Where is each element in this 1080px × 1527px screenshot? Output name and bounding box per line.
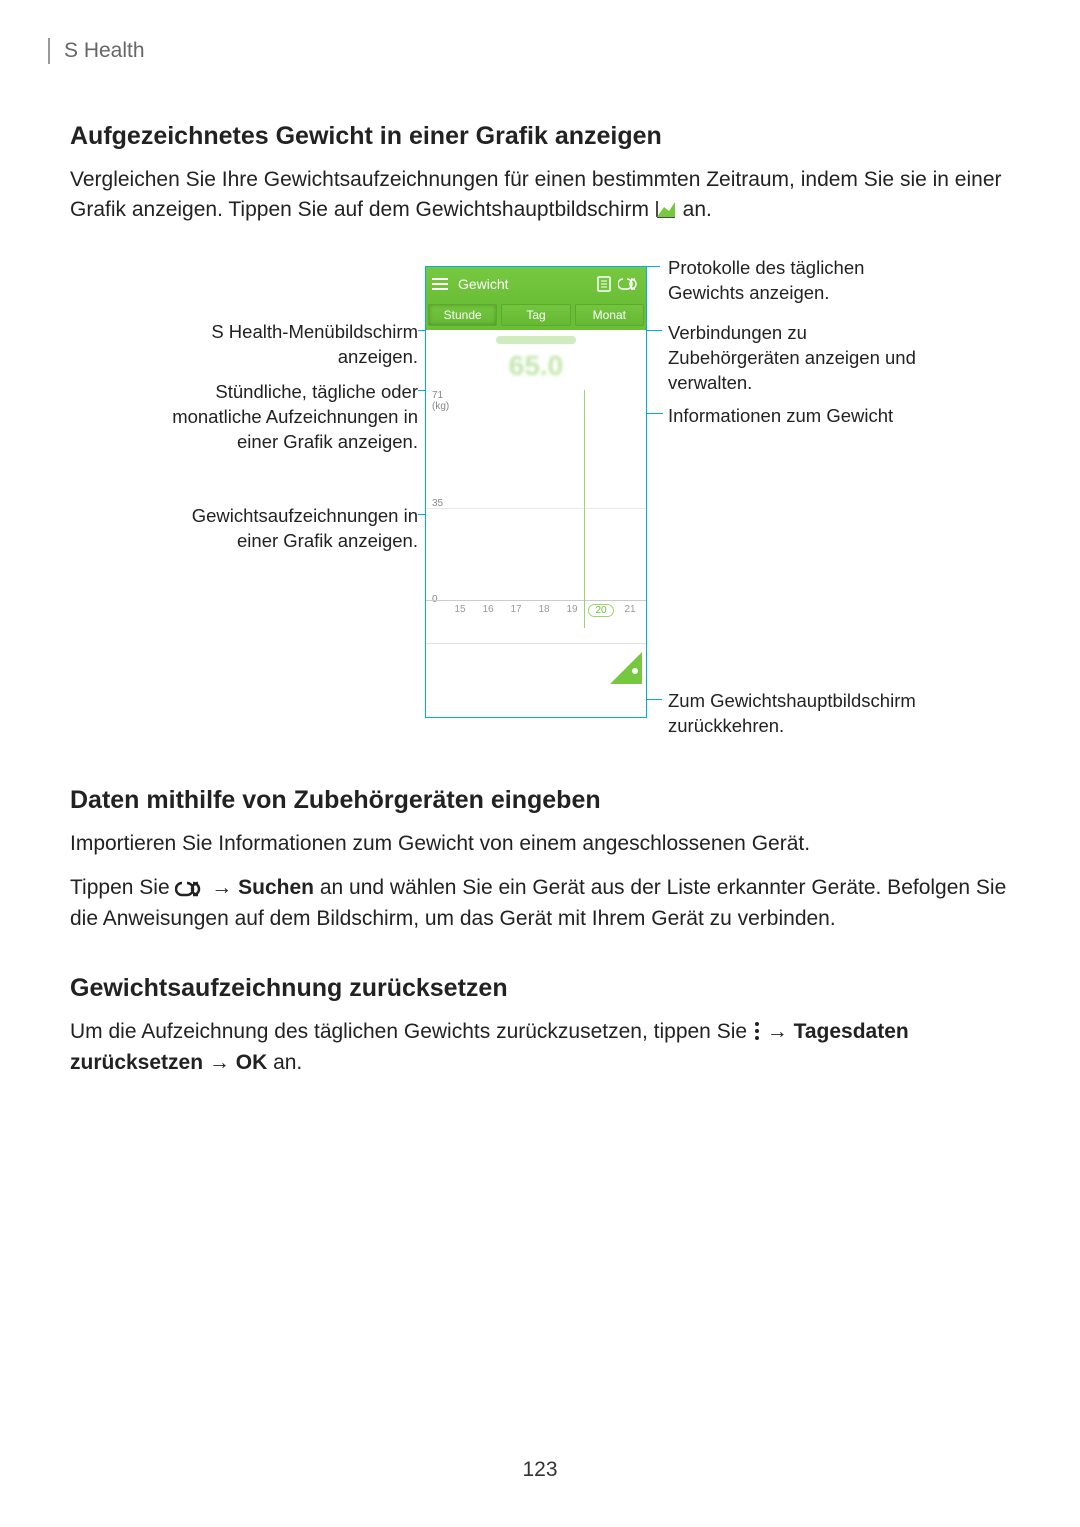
callout-right4: Zum Gewichtshauptbildschirm zurückkehren… — [668, 689, 928, 739]
arrow: → — [211, 876, 238, 899]
section1-paragraph: Vergleichen Sie Ihre Gewichtsaufzeichnun… — [70, 165, 1010, 226]
return-button[interactable] — [610, 652, 642, 684]
section1-heading: Aufgezeichnetes Gewicht in einer Grafik … — [70, 122, 1010, 151]
more-icon — [753, 1021, 761, 1041]
menu-icon[interactable] — [432, 277, 448, 291]
section3-a: Um die Aufzeichnung des täglichen Gewich… — [70, 1020, 753, 1043]
phone-mockup: Gewicht Stunde Tag Monat 65.0 — [425, 266, 647, 718]
chart-today-line — [584, 390, 585, 628]
weight-value: 65.0 — [509, 350, 564, 382]
page-header: S Health — [70, 38, 1010, 64]
figure-wrap: Protokolle des täglichen Gewichts anzeig… — [70, 246, 1000, 736]
xtick: 21 — [618, 604, 642, 617]
tab-bar: Stunde Tag Monat — [426, 302, 646, 330]
section1-text-b: an. — [683, 198, 712, 221]
arrow: → — [209, 1051, 236, 1074]
callout-left1: S Health-Menübildschirm anzeigen. — [166, 320, 418, 370]
callout-left3: Gewichtsaufzeichnungen in einer Grafik a… — [166, 504, 418, 554]
xtick: 16 — [476, 604, 500, 617]
weight-info: 65.0 — [426, 330, 646, 388]
xtick: 19 — [560, 604, 584, 617]
y-unit: (kg) — [432, 401, 449, 412]
y-top: 71 (kg) — [432, 390, 449, 412]
arrow: → — [767, 1020, 794, 1043]
log-icon[interactable] — [596, 276, 612, 292]
section3-b: an. — [273, 1051, 302, 1074]
app-name: S Health — [64, 39, 145, 63]
chart-icon — [655, 199, 677, 219]
x-ticks: 15 16 17 18 19 20 21 — [448, 604, 642, 617]
tab-hour[interactable]: Stunde — [428, 304, 497, 326]
section3-bold-ok: OK — [236, 1051, 268, 1074]
bottom-strip — [426, 643, 646, 688]
section2-bold-suchen: Suchen — [238, 876, 314, 899]
tab-day[interactable]: Tag — [501, 304, 570, 326]
y-top-val: 71 — [432, 390, 443, 401]
link-icon[interactable] — [618, 278, 640, 290]
chart-gridline — [426, 508, 646, 509]
xtick: 18 — [532, 604, 556, 617]
tab-month[interactable]: Monat — [575, 304, 644, 326]
lead-right3 — [645, 413, 663, 414]
weight-date-blur — [496, 336, 576, 344]
section2-p2a: Tippen Sie — [70, 876, 175, 899]
callout-right3: Informationen zum Gewicht — [668, 404, 928, 429]
xtick: 17 — [504, 604, 528, 617]
xtick: 15 — [448, 604, 472, 617]
section2-p2: Tippen Sie → Suchen an und wählen Sie ei… — [70, 873, 1010, 934]
header-rule — [48, 38, 50, 64]
callout-right2: Verbindungen zu Zubehörgeräten anzeigen … — [668, 321, 928, 396]
phone-titlebar: Gewicht — [426, 267, 646, 302]
chart-axis — [426, 600, 646, 601]
page-number: 123 — [70, 1458, 1010, 1482]
section3-heading: Gewichtsaufzeichnung zurücksetzen — [70, 974, 1010, 1003]
callout-left2: Stündliche, tägliche oder monatliche Auf… — [166, 380, 418, 455]
callout-right1: Protokolle des täglichen Gewichts anzeig… — [668, 256, 928, 306]
section1-text-a: Vergleichen Sie Ihre Gewichtsaufzeichnun… — [70, 168, 1002, 221]
xtick-today: 20 — [588, 604, 614, 617]
phone-title: Gewicht — [454, 276, 590, 292]
link-icon — [175, 881, 205, 897]
chart-area: 71 (kg) 35 0 15 16 17 18 19 20 21 — [426, 388, 646, 643]
section2-p1: Importieren Sie Informationen zum Gewich… — [70, 829, 1010, 859]
section3-p: Um die Aufzeichnung des täglichen Gewich… — [70, 1017, 1010, 1078]
section2-heading: Daten mithilfe von Zubehörgeräten eingeb… — [70, 786, 1010, 815]
